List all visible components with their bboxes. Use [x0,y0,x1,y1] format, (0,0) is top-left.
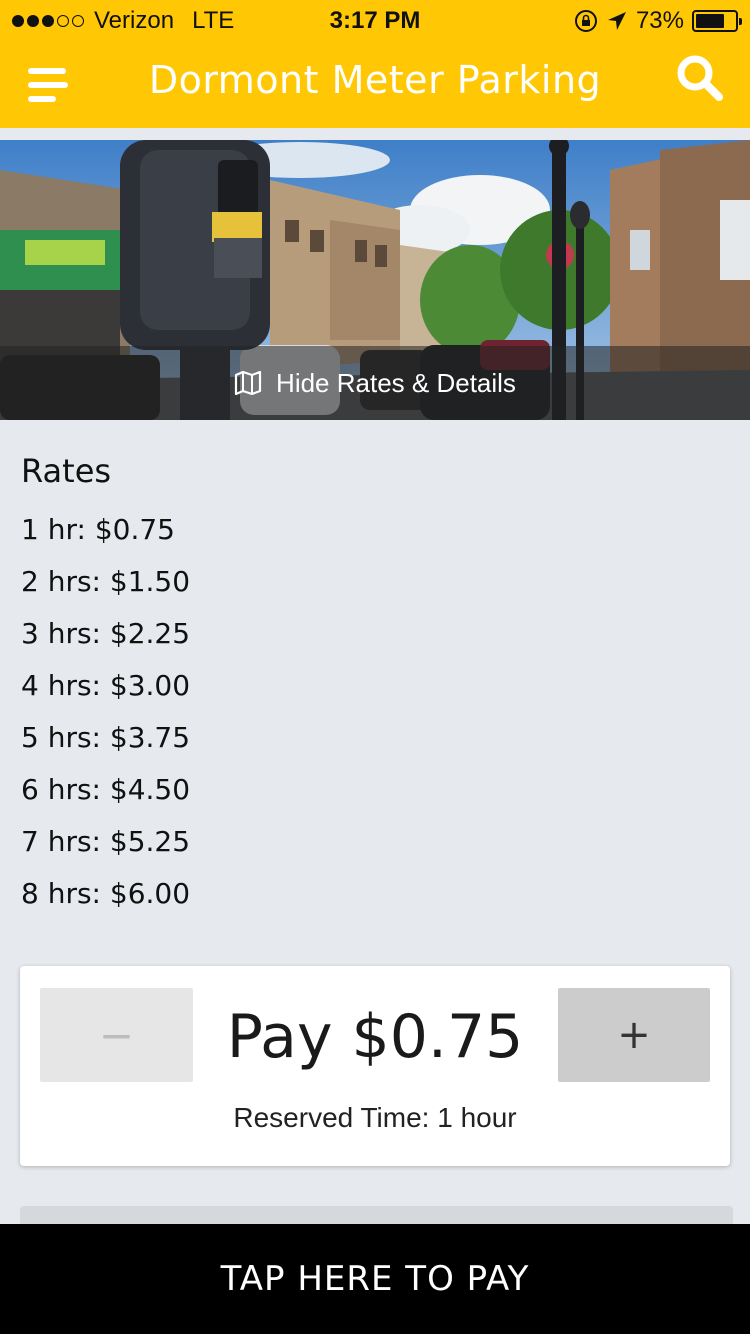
rate-item: 1 hr: $0.75 [21,513,175,546]
hide-rates-label: Hide Rates & Details [276,367,516,398]
search-icon[interactable] [674,52,726,104]
rate-item: 6 hrs: $4.50 [21,773,191,806]
hide-rates-toggle[interactable]: Hide Rates & Details [0,346,750,420]
page-title: Dormont Meter Parking [148,58,602,102]
rates-section: Rates 1 hr: $0.75 2 hrs: $1.50 3 hrs: $2… [21,452,190,920]
rate-item: 5 hrs: $3.75 [21,721,191,754]
increase-time-button[interactable]: + [558,988,710,1082]
status-bar: Verizon LTE 3:17 PM 73% [0,0,750,40]
status-right: 73% [574,7,742,35]
rate-item: 2 hrs: $1.50 [21,565,191,598]
map-icon [234,371,262,395]
rate-item: 7 hrs: $5.25 [21,825,191,858]
rotation-lock-icon [574,10,597,32]
rates-title: Rates [21,452,112,490]
app-header: Dormont Meter Parking [0,40,750,128]
tap-to-pay-button[interactable]: TAP HERE TO PAY [0,1224,750,1334]
battery-fill [696,14,724,28]
location-photo: Hide Rates & Details [0,140,750,420]
reserved-time: Reserved Time: 1 hour [233,1102,517,1133]
battery-percent: 73% [635,7,684,34]
rate-item: 3 hrs: $2.25 [21,617,191,650]
rate-item: 4 hrs: $3.00 [21,669,191,702]
payment-card: − Pay $0.75 + Reserved Time: 1 hour [20,966,730,1166]
rate-item: 8 hrs: $6.00 [21,877,191,910]
battery-icon [692,10,742,32]
location-arrow-icon [607,12,626,30]
